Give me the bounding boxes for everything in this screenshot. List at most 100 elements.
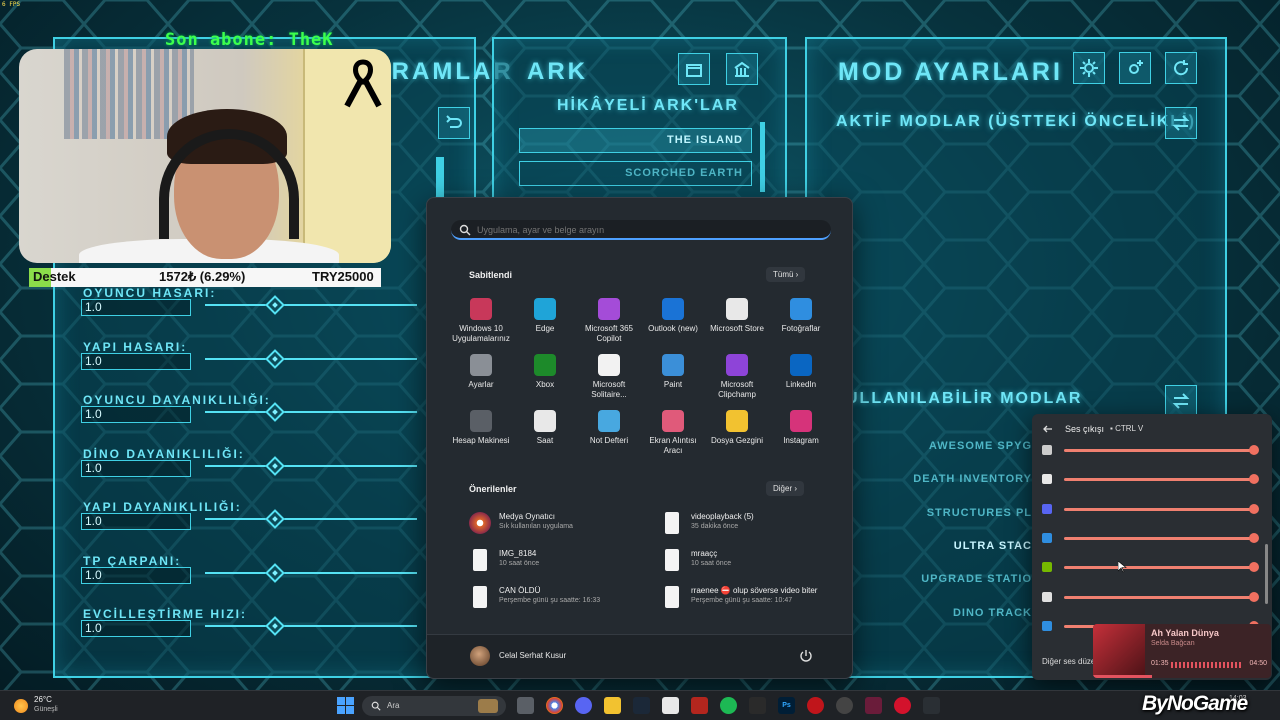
sunny-weather-icon[interactable] bbox=[14, 699, 28, 713]
ark-game-icon[interactable] bbox=[923, 697, 940, 714]
add-mod-button[interactable] bbox=[1119, 52, 1151, 84]
pinned-app-windows-apps[interactable]: Windows 10 Uygulamalarınız bbox=[448, 298, 514, 344]
volume-slider-thumb[interactable] bbox=[1249, 445, 1259, 455]
chrome-icon[interactable] bbox=[546, 697, 563, 714]
ark-item-the-island[interactable]: THE ISLAND bbox=[519, 128, 752, 153]
volume-row[interactable] bbox=[1040, 502, 1260, 516]
windows-start-icon[interactable] bbox=[337, 697, 354, 714]
file-explorer-icon[interactable] bbox=[604, 697, 621, 714]
steam-icon[interactable] bbox=[633, 697, 650, 714]
swap-available-mods-button[interactable] bbox=[1165, 385, 1197, 417]
recommended-item[interactable]: mraaçç 10 saat önce bbox=[661, 547, 836, 575]
epic-games-icon[interactable] bbox=[749, 697, 766, 714]
volume-row[interactable] bbox=[1040, 472, 1260, 486]
structure-button[interactable] bbox=[726, 53, 758, 85]
mixer-scrollbar[interactable] bbox=[1265, 544, 1268, 604]
obs-icon[interactable] bbox=[836, 697, 853, 714]
weather-temperature[interactable]: 26°C bbox=[34, 695, 52, 704]
pinned-app-clock[interactable]: Saat bbox=[512, 410, 578, 446]
setting-value-input[interactable]: 1.0 bbox=[81, 459, 191, 477]
task-view-icon[interactable] bbox=[517, 697, 534, 714]
pinned-app-notepad[interactable]: Not Defteri bbox=[576, 410, 642, 446]
recommended-item[interactable]: rraenee ⛔ olup söverse video biter Perşem… bbox=[661, 584, 836, 612]
swap-active-mods-button[interactable] bbox=[1165, 107, 1197, 139]
pinned-app-calculator[interactable]: Hesap Makinesi bbox=[448, 410, 514, 446]
volume-slider-track[interactable] bbox=[1064, 566, 1254, 570]
pinned-app-edge[interactable]: Edge bbox=[512, 298, 578, 334]
playback-progress[interactable] bbox=[1093, 675, 1152, 678]
pinned-app-snipping-tool[interactable]: Ekran Alıntısı Aracı bbox=[640, 410, 706, 456]
setting-value-input[interactable]: 1.0 bbox=[81, 513, 191, 530]
now-playing-widget[interactable]: Ah Yalan Dünya Selda Bağcan 01:35 04:50 bbox=[1093, 624, 1271, 678]
pinned-app-outlook[interactable]: Outlook (new) bbox=[640, 298, 706, 334]
setting-slider-track[interactable] bbox=[205, 625, 417, 627]
recommended-item[interactable]: CAN ÖLDÜ Perşembe günü şu saatte: 16:33 bbox=[469, 584, 644, 612]
setting-value-input[interactable]: 1.0 bbox=[81, 352, 191, 370]
game-launcher-icon[interactable] bbox=[807, 697, 824, 714]
pinned-app-clipchamp[interactable]: Microsoft Clipchamp bbox=[704, 354, 770, 400]
volume-slider-thumb[interactable] bbox=[1249, 532, 1259, 543]
volume-slider-track[interactable] bbox=[1064, 595, 1254, 599]
panel-scrollbar[interactable] bbox=[436, 157, 444, 199]
volume-row[interactable] bbox=[1040, 531, 1260, 545]
ark-list-scrollbar[interactable] bbox=[760, 122, 765, 192]
available-mod-item[interactable]: DEATH INVENTORY bbox=[913, 473, 1032, 485]
volume-slider-track[interactable] bbox=[1064, 478, 1254, 482]
available-mod-item[interactable]: UPGRADE STATIO bbox=[921, 573, 1032, 585]
more-sound-settings-link[interactable]: Diğer ses düze bbox=[1042, 657, 1095, 666]
available-mod-item[interactable]: STRUCTURES PL bbox=[927, 507, 1032, 519]
photoshop-icon[interactable]: Ps bbox=[778, 697, 795, 714]
taskbar-search[interactable]: Ara bbox=[362, 696, 506, 716]
pinned-app-file-explorer[interactable]: Dosya Gezgini bbox=[704, 410, 770, 446]
user-avatar[interactable] bbox=[470, 646, 490, 666]
start-search-box[interactable] bbox=[451, 220, 831, 240]
pinned-app-xbox[interactable]: Xbox bbox=[512, 354, 578, 390]
pinned-app-linkedin[interactable]: LinkedIn bbox=[768, 354, 834, 390]
discord-icon[interactable] bbox=[575, 697, 592, 714]
recommended-item[interactable]: videoplayback (5) 35 dakika önce bbox=[661, 510, 836, 538]
refresh-button[interactable] bbox=[1165, 52, 1197, 84]
available-mod-item[interactable]: ULTRA STAC bbox=[954, 540, 1032, 552]
capcut-icon[interactable] bbox=[662, 697, 679, 714]
inventory-button[interactable] bbox=[678, 53, 710, 85]
recommended-item[interactable]: Medya Oynatıcı Sık kullanılan uygulama bbox=[469, 510, 644, 538]
pinned-app-settings[interactable]: Ayarlar bbox=[448, 354, 514, 390]
volume-row[interactable] bbox=[1040, 443, 1260, 457]
start-search-input[interactable] bbox=[477, 222, 807, 238]
setting-slider-track[interactable] bbox=[205, 357, 417, 360]
setting-value-input[interactable]: 1.0 bbox=[81, 566, 191, 584]
setting-value-input[interactable]: 1.0 bbox=[81, 620, 191, 637]
setting-value-input[interactable]: 1.0 bbox=[81, 406, 191, 423]
volume-slider-track[interactable] bbox=[1064, 536, 1254, 540]
setting-slider-track[interactable] bbox=[205, 571, 417, 574]
volume-slider-track[interactable] bbox=[1064, 507, 1254, 511]
ark-item-scorched-earth[interactable]: SCORCHED EARTH bbox=[519, 161, 752, 186]
spotify-icon[interactable] bbox=[720, 697, 737, 714]
waveform[interactable] bbox=[1171, 662, 1241, 668]
pinned-app-instagram[interactable]: Instagram bbox=[768, 410, 834, 446]
volume-slider-track[interactable] bbox=[1064, 449, 1254, 452]
back-button[interactable] bbox=[438, 107, 470, 139]
more-button[interactable]: Diğer › bbox=[766, 481, 805, 496]
setting-slider-track[interactable] bbox=[205, 464, 417, 467]
pinned-app-paint[interactable]: Paint bbox=[640, 354, 706, 390]
available-mod-item[interactable]: DINO TRACK bbox=[953, 607, 1032, 619]
pinned-app-solitaire[interactable]: Microsoft Solitaire... bbox=[576, 354, 642, 400]
pinned-app-store[interactable]: Microsoft Store bbox=[704, 298, 770, 334]
volume-row[interactable] bbox=[1040, 560, 1260, 574]
back-arrow-icon[interactable] bbox=[1042, 423, 1054, 435]
setting-value-input[interactable]: 1.0 bbox=[81, 299, 191, 316]
volume-slider-thumb[interactable] bbox=[1249, 562, 1259, 573]
volume-slider-thumb[interactable] bbox=[1249, 503, 1259, 514]
user-name[interactable]: Celal Serhat Kusur bbox=[499, 651, 566, 660]
setting-slider-track[interactable] bbox=[205, 518, 417, 520]
pinned-app-photos[interactable]: Fotoğraflar bbox=[768, 298, 834, 334]
opera-icon[interactable] bbox=[894, 697, 911, 714]
all-apps-button[interactable]: Tümü › bbox=[766, 267, 806, 282]
pinned-app-m365-copilot[interactable]: Microsoft 365 Copilot bbox=[576, 298, 642, 344]
volume-slider-thumb[interactable] bbox=[1249, 474, 1259, 485]
mod-config-button[interactable] bbox=[1073, 52, 1105, 84]
setting-slider-track[interactable] bbox=[205, 304, 417, 306]
volume-slider-thumb[interactable] bbox=[1249, 591, 1259, 602]
vegas-icon[interactable] bbox=[865, 697, 882, 714]
